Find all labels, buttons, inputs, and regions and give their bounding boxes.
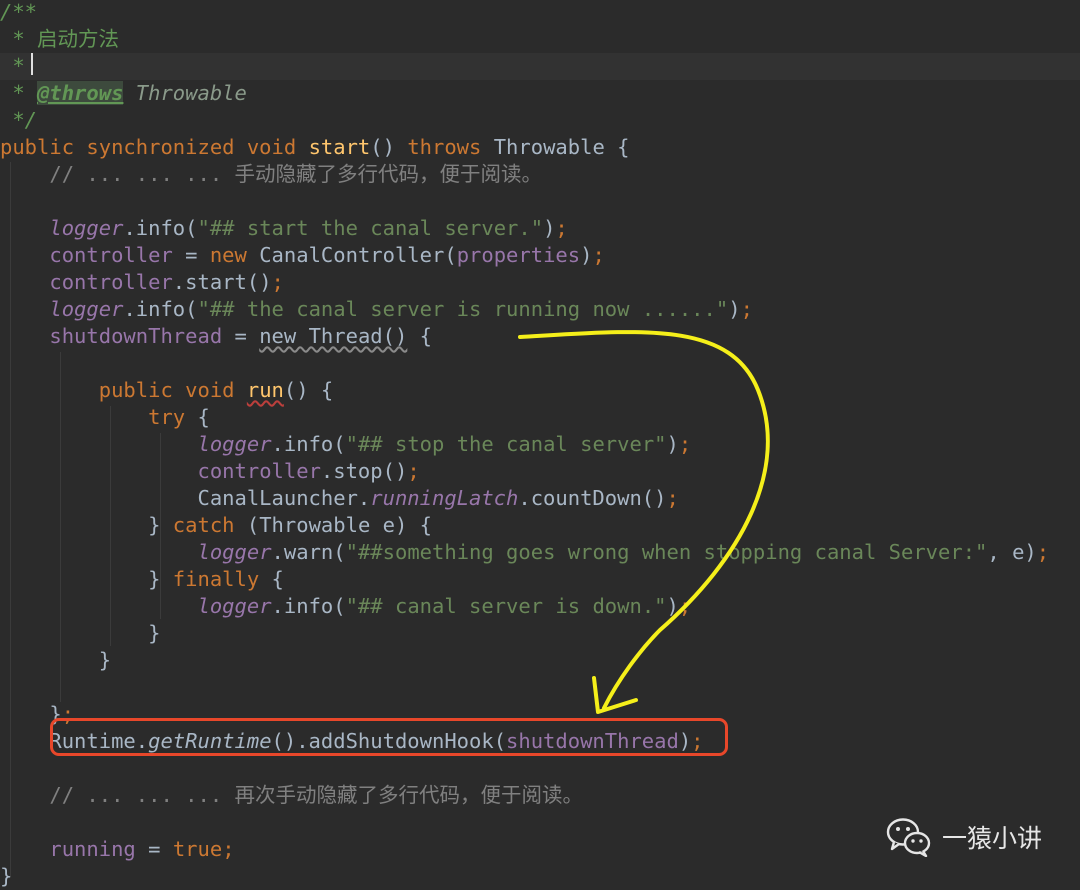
annotation-arrow: [518, 330, 770, 714]
arrow-head: [592, 676, 638, 714]
watermark-text: 一猿小讲: [942, 824, 1043, 853]
wechat-icon: [886, 818, 931, 857]
arrow-curve: [518, 330, 770, 710]
watermark: 一猿小讲: [886, 815, 1042, 859]
